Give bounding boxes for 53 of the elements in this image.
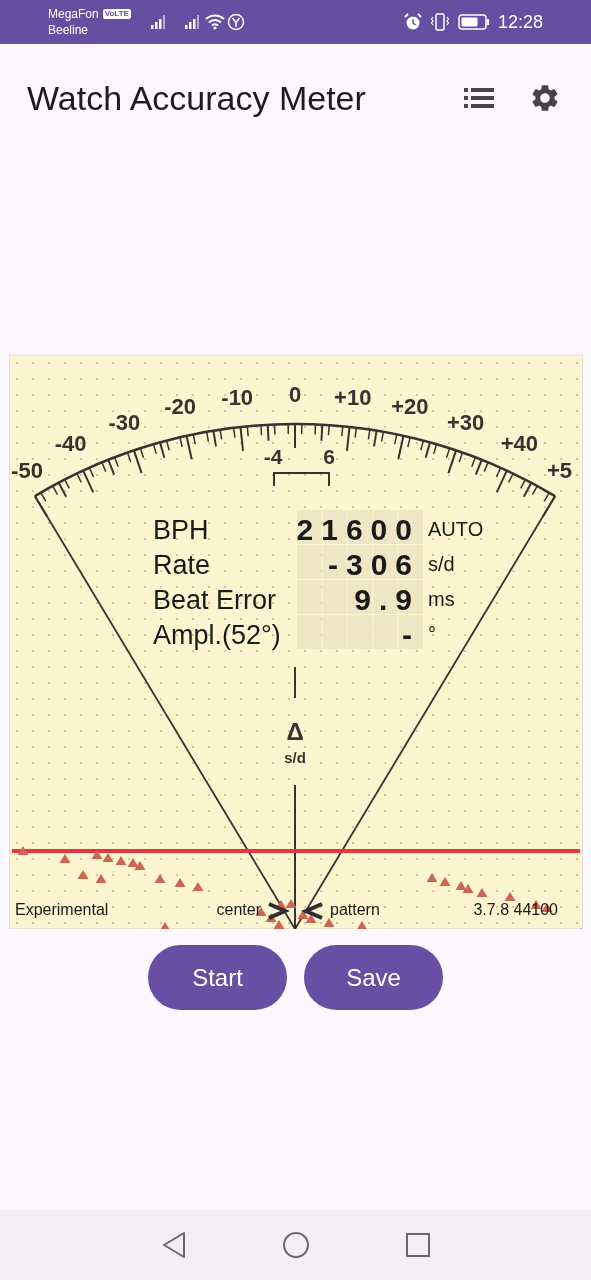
scale-label: +10 — [334, 385, 372, 411]
readout-value: 21600 — [296, 513, 420, 546]
carrier-name: Beeline — [48, 22, 90, 38]
back-icon[interactable] — [160, 1231, 187, 1259]
recents-icon[interactable] — [404, 1232, 431, 1258]
readout-label: Ampl.(52°) — [153, 620, 281, 650]
center-needle — [294, 666, 296, 699]
scale-label: +30 — [447, 409, 485, 435]
bracket-label: -4 — [263, 445, 283, 468]
list-icon — [464, 87, 494, 109]
alarm-icon — [403, 13, 422, 31]
app-title: Watch Accuracy Meter — [27, 77, 367, 119]
delta-unit: s/d — [284, 749, 306, 766]
save-button[interactable]: Save — [304, 945, 443, 1010]
carrier-name: MegaFon — [48, 6, 99, 22]
delta-symbol: Δ — [286, 718, 304, 745]
scale-label: 0 — [288, 382, 302, 407]
wifi-icon — [204, 14, 225, 30]
bracket-label: 6 — [323, 445, 335, 468]
readout-unit: ° — [428, 623, 436, 645]
scale-label: +5 — [547, 458, 573, 484]
start-button[interactable]: Start — [148, 945, 287, 1010]
scale-label: -20 — [164, 394, 196, 420]
scale-label: -50 — [11, 458, 43, 484]
chevron-icon — [268, 902, 290, 920]
marker-label: pattern — [330, 901, 380, 918]
readout-value: - — [402, 618, 420, 651]
scale-label: -40 — [54, 431, 87, 457]
version-label: 3.7.8 44100 — [473, 901, 558, 918]
scale-label: +20 — [391, 394, 429, 420]
battery-icon — [457, 14, 490, 30]
tolerance-bracket — [273, 472, 330, 487]
readout-value: 9.9 — [354, 583, 420, 616]
signal-icon — [150, 15, 167, 29]
signal-icon — [184, 15, 201, 29]
readout-label: Beat Error — [153, 585, 277, 615]
scale-label: +40 — [500, 431, 539, 457]
readout-unit: ms — [428, 588, 455, 610]
volte-badge: VoLTE — [102, 9, 131, 19]
scale-label: -30 — [108, 409, 141, 435]
vibrate-icon — [429, 13, 450, 31]
marker-label: center — [216, 901, 261, 918]
clock-time: 12:28 — [497, 10, 543, 34]
readout-unit: AUTO — [428, 518, 484, 540]
readout-label: BPH — [153, 515, 209, 545]
readout-unit: s/d — [428, 553, 455, 575]
mode-label: Experimental — [15, 901, 109, 918]
browser-icon — [226, 13, 245, 31]
readout-value: -306 — [327, 548, 420, 581]
scale-label: -10 — [221, 385, 254, 411]
home-icon[interactable] — [281, 1231, 310, 1259]
readout-label: Rate — [153, 550, 211, 580]
chevron-icon — [301, 902, 323, 920]
